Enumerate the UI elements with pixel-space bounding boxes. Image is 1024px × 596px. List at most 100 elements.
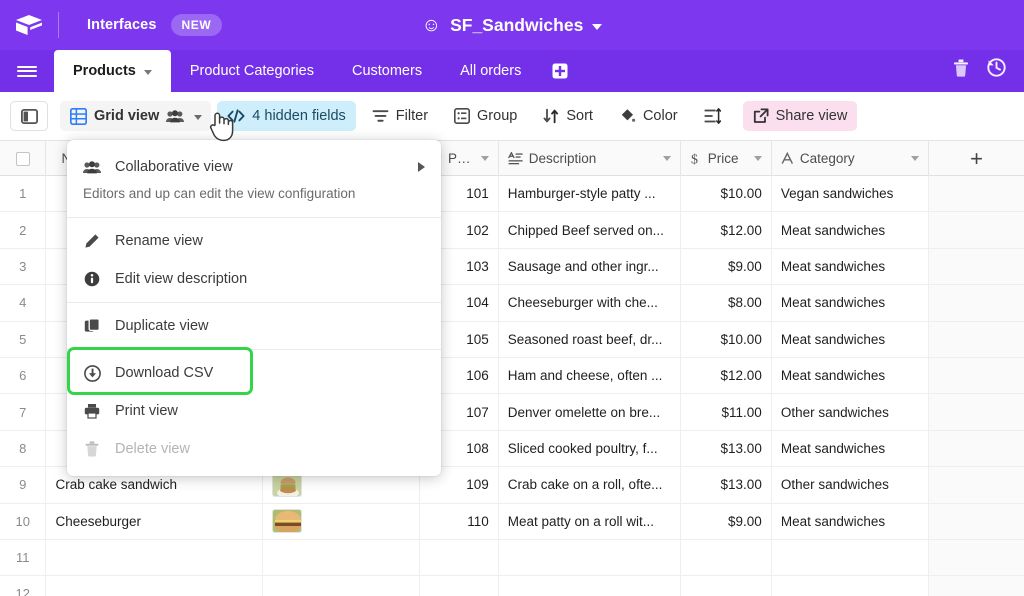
airtable-logo-icon[interactable] <box>0 13 58 37</box>
chevron-down-icon[interactable] <box>143 69 152 75</box>
row-height-button[interactable] <box>694 101 731 131</box>
cell-category[interactable]: Meat sandwiches <box>772 430 930 467</box>
crab-cake-thumb[interactable] <box>271 472 302 497</box>
cell-description[interactable]: Meat patty on a roll wit... <box>499 503 681 539</box>
row-number[interactable]: 6 <box>0 357 47 394</box>
trash-icon[interactable] <box>953 59 969 82</box>
cell-category[interactable]: Meat sandwiches <box>772 285 930 321</box>
cell-category[interactable]: Meat sandwiches <box>772 321 930 357</box>
cell-trailing-blank[interactable] <box>929 394 1024 430</box>
cell-category[interactable] <box>772 539 930 576</box>
cell-description[interactable]: Seasoned roast beef, dr... <box>499 321 681 357</box>
select-all-checkbox[interactable] <box>0 141 47 176</box>
hidden-fields-button[interactable]: 4 hidden fields <box>217 101 356 131</box>
tab-product-categories[interactable]: Product Categories <box>171 50 333 92</box>
base-title-button[interactable]: ☺ SF_Sandwiches <box>422 15 603 36</box>
cell-category[interactable]: Meat sandwiches <box>772 212 930 248</box>
row-number[interactable]: 11 <box>0 539 47 576</box>
cell-name[interactable] <box>46 539 263 576</box>
cell-price[interactable]: $12.00 <box>681 357 772 394</box>
cell-trailing-blank[interactable] <box>929 248 1024 285</box>
cell-trailing-blank[interactable] <box>929 357 1024 394</box>
cell-description[interactable]: Sliced cooked poultry, f... <box>499 430 681 467</box>
cell-image[interactable] <box>263 503 421 539</box>
cell-description[interactable] <box>499 539 681 576</box>
cell-name[interactable]: Cheeseburger <box>46 503 263 539</box>
menu-item-download-csv[interactable]: Download CSV <box>67 354 441 392</box>
menu-item-collaborative-view[interactable]: Collaborative view <box>67 148 441 186</box>
cell-description[interactable]: Crab cake on a roll, ofte... <box>499 467 681 503</box>
column-header-price[interactable]: $ Price <box>681 141 772 176</box>
cell-price[interactable]: $13.00 <box>681 430 772 467</box>
tab-products[interactable]: Products <box>54 50 171 92</box>
cell-trailing-blank[interactable] <box>929 212 1024 248</box>
cell-category[interactable]: Other sandwiches <box>772 467 930 503</box>
cell-trailing-blank[interactable] <box>929 467 1024 503</box>
cell-price[interactable]: $13.00 <box>681 467 772 503</box>
chevron-down-icon[interactable] <box>753 156 762 161</box>
row-number[interactable]: 7 <box>0 394 47 430</box>
table-row[interactable]: 10 Cheeseburger 110 Meat patty on a roll wi… <box>0 503 1024 540</box>
row-number[interactable]: 2 <box>0 212 47 248</box>
cell-image[interactable] <box>263 539 421 576</box>
sort-button[interactable]: Sort <box>533 101 603 131</box>
cell-category[interactable]: Meat sandwiches <box>772 248 930 285</box>
add-table-button[interactable] <box>540 50 580 92</box>
chevron-down-icon[interactable] <box>911 156 920 161</box>
cell-price[interactable] <box>681 576 772 596</box>
share-view-button[interactable]: Share view <box>742 101 858 131</box>
cell-name[interactable] <box>46 576 263 596</box>
cell-description[interactable]: Denver omelette on bre... <box>499 394 681 430</box>
cell-trailing-blank[interactable] <box>929 576 1024 596</box>
row-number[interactable]: 4 <box>0 285 47 321</box>
interfaces-link[interactable]: Interfaces <box>87 17 157 33</box>
row-number[interactable]: 5 <box>0 321 47 357</box>
cell-description[interactable]: Ham and cheese, often ... <box>499 357 681 394</box>
cell-price[interactable]: $8.00 <box>681 285 772 321</box>
cell-product-id[interactable] <box>420 539 499 576</box>
cell-price[interactable]: $10.00 <box>681 176 772 212</box>
cell-category[interactable]: Meat sandwiches <box>772 503 930 539</box>
cell-price[interactable] <box>681 539 772 576</box>
cheeseburger-thumb[interactable] <box>271 509 302 534</box>
cell-image[interactable] <box>263 576 421 596</box>
cell-description[interactable] <box>499 576 681 596</box>
cell-trailing-blank[interactable] <box>929 539 1024 576</box>
row-number[interactable]: 8 <box>0 430 47 467</box>
add-field-button[interactable]: + <box>929 141 1024 176</box>
cell-price[interactable]: $10.00 <box>681 321 772 357</box>
cell-trailing-blank[interactable] <box>929 285 1024 321</box>
chevron-down-icon[interactable] <box>480 156 489 161</box>
cell-price[interactable]: $11.00 <box>681 394 772 430</box>
menu-item-edit-view-description[interactable]: Edit view description <box>67 260 441 298</box>
menu-item-duplicate-view[interactable]: Duplicate view <box>67 307 441 345</box>
cell-price[interactable]: $12.00 <box>681 212 772 248</box>
column-header-category[interactable]: Category <box>772 141 930 176</box>
cell-price[interactable]: $9.00 <box>681 503 772 539</box>
cell-description[interactable]: Sausage and other ingr... <box>499 248 681 285</box>
color-button[interactable]: Color <box>609 101 688 131</box>
table-row[interactable]: 12 <box>0 576 1024 596</box>
cell-description[interactable]: Hamburger-style patty ... <box>499 176 681 212</box>
cell-trailing-blank[interactable] <box>929 503 1024 539</box>
hamburger-icon[interactable] <box>0 50 54 92</box>
grid-view-button[interactable]: Grid view <box>60 101 212 131</box>
cell-trailing-blank[interactable] <box>929 176 1024 212</box>
cell-category[interactable] <box>772 576 930 596</box>
menu-item-print-view[interactable]: Print view <box>67 392 441 430</box>
cell-trailing-blank[interactable] <box>929 321 1024 357</box>
tab-all-orders[interactable]: All orders <box>441 50 540 92</box>
menu-item-rename-view[interactable]: Rename view <box>67 222 441 260</box>
cell-price[interactable]: $9.00 <box>681 248 772 285</box>
history-clock-icon[interactable] <box>987 58 1006 82</box>
row-number[interactable]: 10 <box>0 503 47 539</box>
table-row[interactable]: 11 <box>0 539 1024 577</box>
tab-customers[interactable]: Customers <box>333 50 441 92</box>
group-button[interactable]: Group <box>444 101 527 131</box>
cell-category[interactable]: Other sandwiches <box>772 394 930 430</box>
filter-button[interactable]: Filter <box>362 101 438 131</box>
cell-description[interactable]: Chipped Beef served on... <box>499 212 681 248</box>
chevron-down-icon[interactable] <box>194 115 203 120</box>
row-number[interactable]: 12 <box>0 576 47 596</box>
cell-trailing-blank[interactable] <box>929 430 1024 467</box>
